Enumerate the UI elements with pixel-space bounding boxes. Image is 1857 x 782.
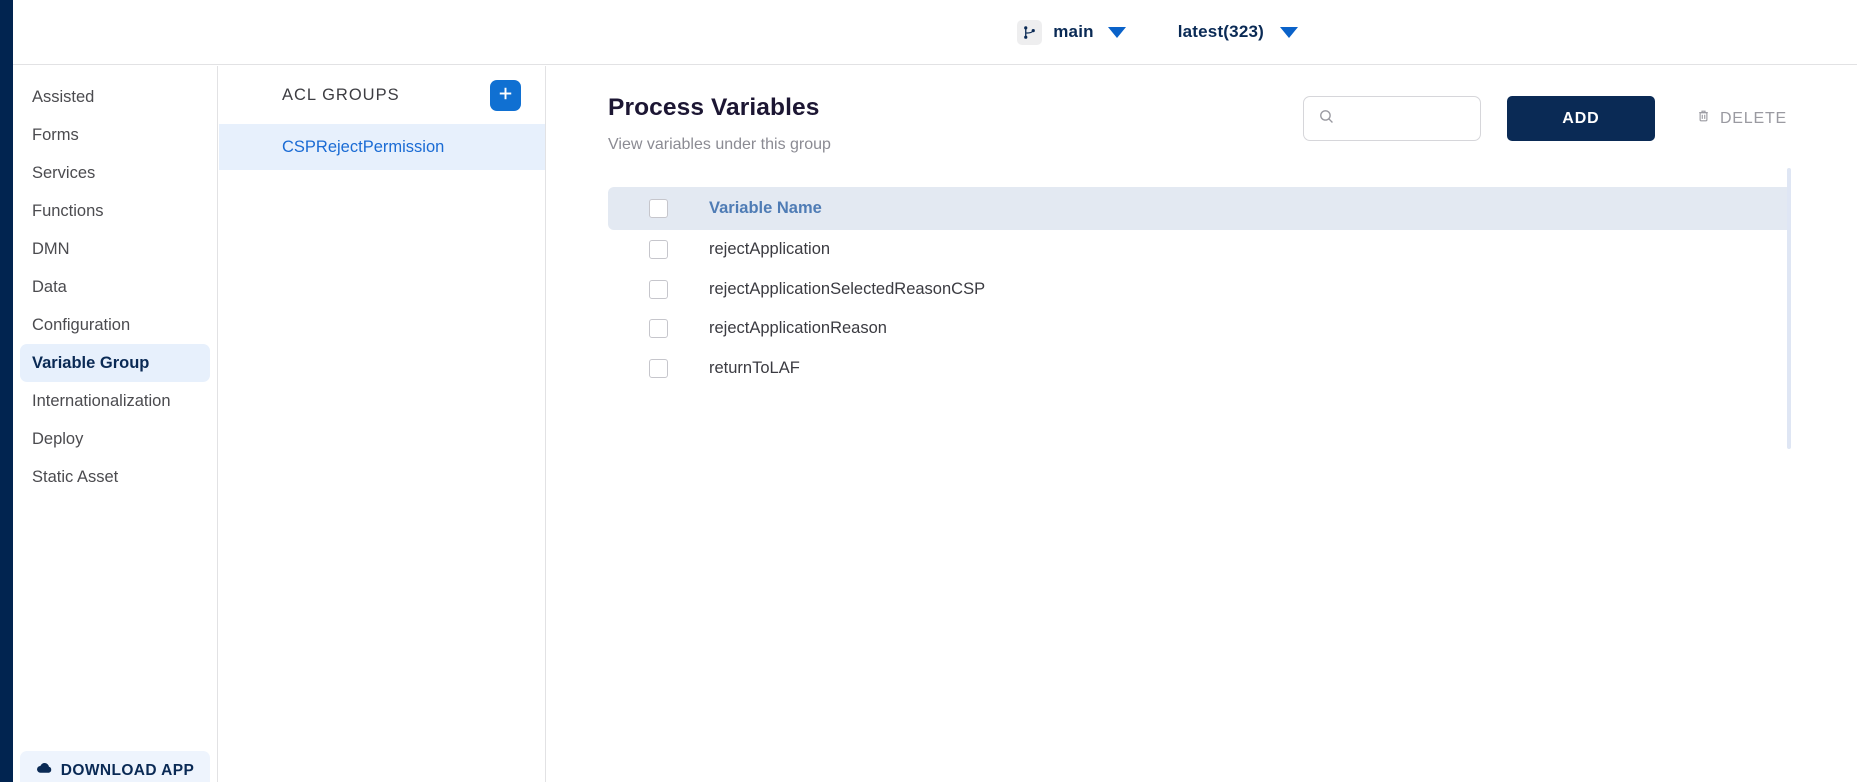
search-input[interactable] bbox=[1343, 110, 1464, 127]
table-row[interactable]: returnToLAF bbox=[608, 349, 1788, 389]
row-checkbox[interactable] bbox=[649, 240, 668, 260]
action-bar: ADD DELETE bbox=[1302, 88, 1787, 141]
acl-group-item[interactable]: CSPRejectPermission bbox=[219, 124, 545, 170]
sidebar-item-label: Functions bbox=[32, 201, 104, 220]
variables-table: Variable Name rejectApplication rejectAp… bbox=[608, 187, 1788, 388]
page-subtitle: View variables under this group bbox=[608, 136, 831, 153]
branch-selector[interactable]: main bbox=[1017, 19, 1126, 45]
main-content: Process Variables View variables under t… bbox=[547, 66, 1857, 782]
app-window: main latest(323) Assisted Forms Services… bbox=[0, 0, 1857, 782]
sidebar-item-label: Internationalization bbox=[32, 391, 171, 410]
row-checkbox[interactable] bbox=[649, 279, 668, 299]
variable-name: rejectApplicationReason bbox=[709, 319, 887, 338]
row-checkbox[interactable] bbox=[649, 319, 668, 339]
trash-icon bbox=[1696, 108, 1711, 129]
cloud-download-icon bbox=[36, 760, 53, 782]
sidebar-item-services[interactable]: Services bbox=[20, 154, 210, 192]
add-acl-group-button[interactable] bbox=[490, 79, 521, 111]
vertical-scrollbar[interactable] bbox=[1787, 168, 1791, 449]
sidebar-item-variable-group[interactable]: Variable Group bbox=[20, 344, 210, 382]
page-title: Process Variables bbox=[608, 94, 820, 121]
title-block: Process Variables View variables under t… bbox=[608, 88, 1303, 154]
sidebar-item-label: Configuration bbox=[32, 315, 131, 334]
acl-groups-header: ACL GROUPS bbox=[219, 66, 545, 124]
row-checkbox-cell bbox=[608, 240, 709, 260]
version-label: latest(323) bbox=[1177, 22, 1264, 41]
search-icon bbox=[1318, 108, 1335, 130]
chevron-down-icon[interactable] bbox=[1280, 26, 1298, 38]
sidebar-item-assisted[interactable]: Assisted bbox=[20, 78, 210, 116]
variable-name: rejectApplication bbox=[709, 240, 831, 259]
column-header-variable-name: Variable Name bbox=[709, 199, 822, 217]
download-app-label: DOWNLOAD APP bbox=[60, 762, 195, 779]
left-rail bbox=[0, 0, 13, 782]
sidebar: Assisted Forms Services Functions DMN Da… bbox=[13, 66, 218, 782]
row-checkbox-cell bbox=[608, 279, 709, 299]
sidebar-item-label: Assisted bbox=[32, 87, 95, 106]
table-container: Variable Name rejectApplication rejectAp… bbox=[547, 168, 1857, 449]
chevron-down-icon[interactable] bbox=[1107, 26, 1126, 38]
sidebar-item-label: DMN bbox=[32, 239, 70, 258]
sidebar-item-label: Deploy bbox=[32, 429, 84, 448]
version-selector[interactable]: latest(323) bbox=[1178, 22, 1298, 42]
table-row[interactable]: rejectApplicationReason bbox=[608, 309, 1788, 349]
sidebar-item-data[interactable]: Data bbox=[20, 268, 210, 306]
variable-name: returnToLAF bbox=[709, 358, 800, 377]
top-bar: main latest(323) bbox=[13, 0, 1857, 65]
sidebar-item-label: Static Asset bbox=[32, 467, 119, 486]
sidebar-item-internationalization[interactable]: Internationalization bbox=[20, 382, 210, 420]
sidebar-item-functions[interactable]: Functions bbox=[20, 192, 210, 230]
git-branch-icon bbox=[1017, 19, 1043, 45]
select-all-cell bbox=[608, 199, 709, 218]
sidebar-item-dmn[interactable]: DMN bbox=[20, 230, 210, 268]
sidebar-item-configuration[interactable]: Configuration bbox=[20, 306, 210, 344]
variable-name: rejectApplicationSelectedReasonCSP bbox=[709, 279, 986, 298]
sidebar-item-static-asset[interactable]: Static Asset bbox=[20, 458, 210, 496]
sidebar-item-label: Variable Group bbox=[32, 353, 150, 372]
row-checkbox-cell bbox=[608, 319, 709, 339]
table-row[interactable]: rejectApplicationSelectedReasonCSP bbox=[608, 270, 1788, 310]
table-row[interactable]: rejectApplication bbox=[608, 230, 1788, 270]
sidebar-item-label: Forms bbox=[32, 125, 79, 144]
content-header: Process Variables View variables under t… bbox=[547, 88, 1857, 154]
plus-icon bbox=[497, 85, 514, 105]
table-header-row: Variable Name bbox=[608, 187, 1788, 230]
branch-name: main bbox=[1053, 22, 1094, 41]
delete-button[interactable]: DELETE bbox=[1696, 108, 1787, 129]
acl-groups-panel: ACL GROUPS CSPRejectPermission bbox=[219, 66, 546, 782]
delete-label: DELETE bbox=[1719, 109, 1787, 127]
row-checkbox[interactable] bbox=[649, 358, 668, 378]
sidebar-item-deploy[interactable]: Deploy bbox=[20, 420, 210, 458]
select-all-checkbox[interactable] bbox=[649, 199, 668, 218]
add-button[interactable]: ADD bbox=[1506, 96, 1655, 141]
search-box[interactable] bbox=[1302, 96, 1481, 141]
acl-groups-title: ACL GROUPS bbox=[282, 85, 400, 104]
acl-group-label: CSPRejectPermission bbox=[282, 137, 445, 156]
download-app-button[interactable]: DOWNLOAD APP bbox=[20, 751, 210, 782]
sidebar-item-label: Services bbox=[32, 163, 96, 182]
sidebar-item-forms[interactable]: Forms bbox=[20, 116, 210, 154]
row-checkbox-cell bbox=[608, 358, 709, 378]
sidebar-item-label: Data bbox=[32, 277, 67, 296]
